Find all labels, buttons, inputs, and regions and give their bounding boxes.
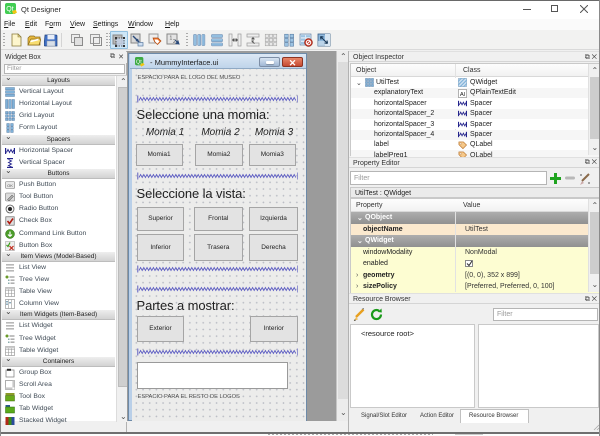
- svg-text:Al: Al: [460, 91, 465, 97]
- svg-text:OK: OK: [7, 183, 13, 188]
